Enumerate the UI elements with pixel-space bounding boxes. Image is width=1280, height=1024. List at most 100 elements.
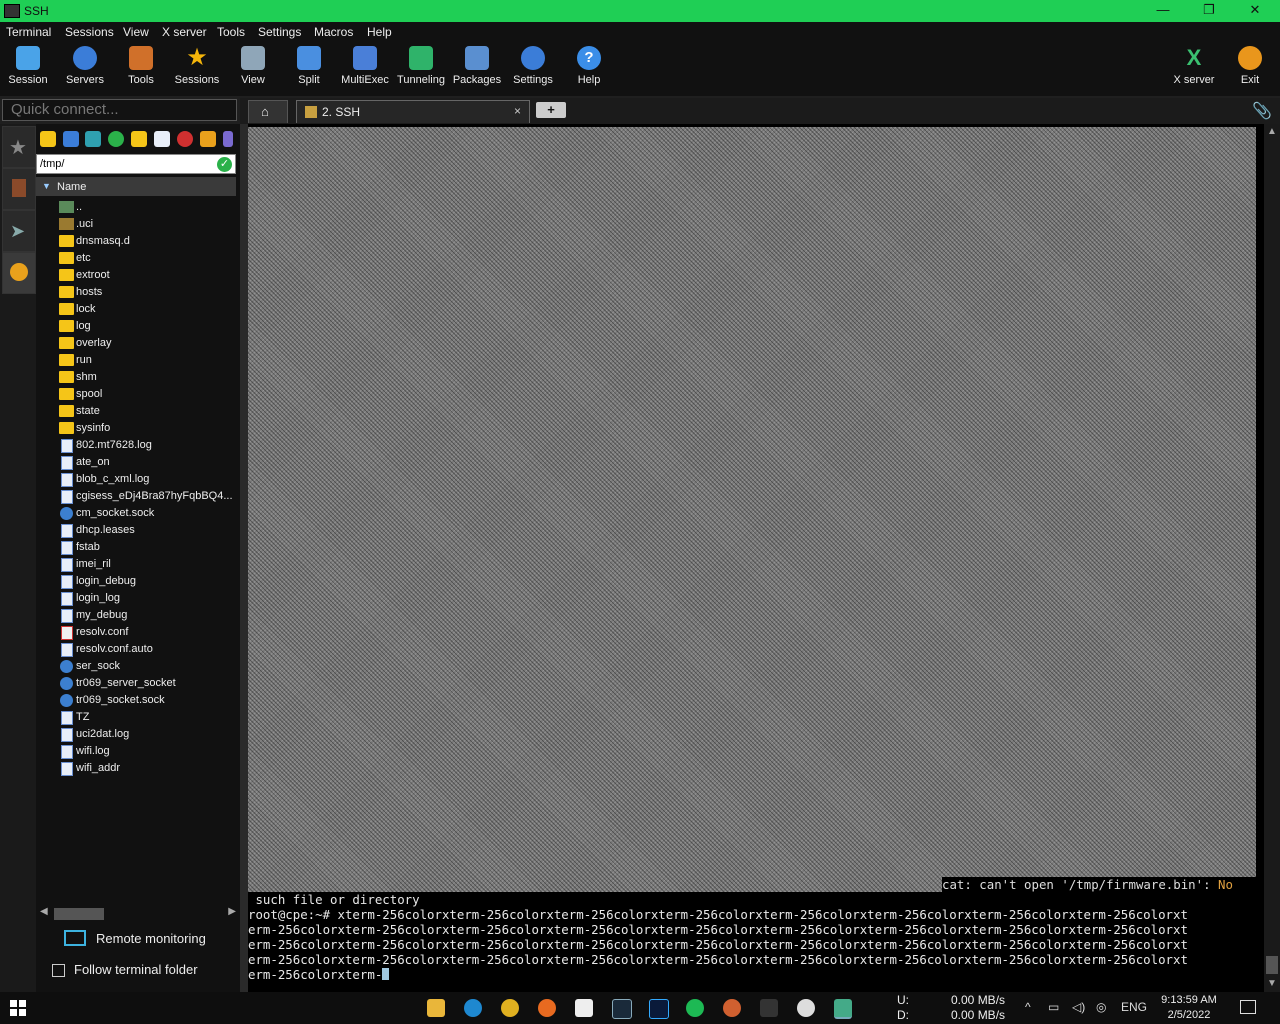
tab-ssh[interactable]: 2. SSH × [296,100,530,123]
scroll-right-icon[interactable]: ▶ [228,906,236,917]
clock[interactable]: 9:13:59 AM 2/5/2022 [1150,993,1228,1023]
sftp-path-input[interactable]: /tmp/ ✓ [36,154,236,174]
menu-settings[interactable]: Settings [258,25,301,39]
tunneling-button[interactable]: Tunneling [393,46,449,86]
download-icon[interactable] [63,131,79,147]
edge-icon[interactable] [464,999,482,1017]
new-tab-button[interactable]: + [536,102,566,118]
file-row[interactable]: .. [36,199,236,216]
terminal-scrollbar[interactable]: ▲ ▼ [1264,124,1280,992]
settings-button[interactable]: Settings [505,46,561,86]
paperclip-icon[interactable]: 📎 [1252,101,1272,121]
file-row[interactable]: .uci [36,216,236,233]
file-row[interactable]: uci2dat.log [36,726,236,743]
menu-help[interactable]: Help [367,25,392,39]
sidebar-tab-sessions[interactable]: ★ [2,126,36,168]
file-row[interactable]: log [36,318,236,335]
sidebar-tab-sftp[interactable] [2,252,36,294]
battery-icon[interactable]: ▭ [1048,1000,1059,1014]
firefox-icon[interactable] [538,999,556,1017]
notepad-icon[interactable] [575,999,593,1017]
file-row[interactable]: 802.mt7628.log [36,437,236,454]
quick-connect-input[interactable]: Quick connect... [2,99,237,121]
spotify-icon[interactable] [686,999,704,1017]
sidebar-tab-macros[interactable]: ➤ [2,210,36,252]
split-button[interactable]: Split [281,46,337,86]
file-row[interactable]: overlay [36,335,236,352]
file-row[interactable]: sysinfo [36,420,236,437]
file-row[interactable]: cm_socket.sock [36,505,236,522]
file-row[interactable]: tr069_server_socket [36,675,236,692]
check-icon[interactable]: ✓ [217,157,232,172]
menu-terminal[interactable]: Terminal [6,25,51,39]
notification-icon[interactable] [1240,1000,1256,1014]
delete-icon[interactable] [177,131,193,147]
sessions-button[interactable]: ★ Sessions [169,46,225,87]
file-row[interactable]: wifi.log [36,743,236,760]
scroll-thumb[interactable] [54,908,104,920]
properties-icon[interactable] [200,131,216,147]
file-row[interactable]: fstab [36,539,236,556]
file-explorer-icon[interactable] [427,999,445,1017]
menu-view[interactable]: View [123,25,149,39]
scroll-up-icon[interactable]: ▲ [1267,126,1277,137]
obs-icon[interactable] [797,999,815,1017]
refresh-icon[interactable] [108,131,124,147]
globe-icon[interactable]: ◎ [1096,1000,1106,1014]
tray-chevron-icon[interactable]: ^ [1025,1000,1031,1014]
tab-close-icon[interactable]: × [514,104,521,118]
multiexec-button[interactable]: MultiExec [337,46,393,86]
menu-macros[interactable]: Macros [314,25,353,39]
menu-xserver[interactable]: X server [162,25,207,39]
language-indicator[interactable]: ENG [1121,1000,1147,1014]
view-button[interactable]: View [225,46,281,86]
chrome-icon[interactable] [501,999,519,1017]
file-row[interactable]: extroot [36,267,236,284]
scroll-left-icon[interactable]: ◀ [40,906,48,917]
file-row[interactable]: blob_c_xml.log [36,471,236,488]
restore-button[interactable]: ❐ [1194,2,1224,18]
file-row[interactable]: imei_ril [36,556,236,573]
mobaxterm-taskbar-icon[interactable] [834,999,852,1019]
file-row[interactable]: wifi_addr [36,760,236,777]
checkbox[interactable] [52,964,65,977]
file-row[interactable]: etc [36,250,236,267]
menu-sessions[interactable]: Sessions [65,25,114,39]
graph-app-icon[interactable] [760,999,778,1017]
text-mode-icon[interactable] [223,131,233,147]
file-row[interactable]: cgisess_eDj4Bra87hyFqbBQ4... [36,488,236,505]
file-row[interactable]: TZ [36,709,236,726]
file-row[interactable]: my_debug [36,607,236,624]
file-row[interactable]: resolv.conf.auto [36,641,236,658]
windows-start-icon[interactable] [10,1000,26,1016]
exit-button[interactable]: Exit [1222,46,1278,86]
terminal-area[interactable]: cat: can't open '/tmp/firmware.bin': No … [248,124,1264,992]
file-row[interactable]: ser_sock [36,658,236,675]
scroll-down-icon[interactable]: ▼ [1267,978,1277,989]
tools-button[interactable]: Tools [113,46,169,86]
column-header-name[interactable]: ▼ Name [36,177,236,196]
file-row[interactable]: resolv.conf [36,624,236,641]
help-button[interactable]: ? Help [561,46,617,86]
new-file-icon[interactable] [154,131,170,147]
panel-splitter[interactable] [240,124,248,992]
packages-button[interactable]: Packages [449,46,505,86]
file-row[interactable]: dnsmasq.d [36,233,236,250]
file-row[interactable]: state [36,403,236,420]
close-window-button[interactable]: ✕ [1240,2,1270,18]
app-t-icon[interactable] [723,999,741,1017]
volume-icon[interactable]: ◁) [1072,1000,1085,1014]
new-folder-icon[interactable] [131,131,147,147]
sidebar-tab-tools[interactable] [2,168,36,210]
tab-home[interactable]: ⌂ [248,100,288,123]
file-row[interactable]: login_debug [36,573,236,590]
lightroom-icon[interactable] [612,999,632,1019]
minimize-button[interactable]: — [1148,2,1178,17]
file-row[interactable]: run [36,352,236,369]
horizontal-scrollbar[interactable]: ◀ ▶ [40,906,236,920]
folder-up-icon[interactable] [40,131,56,147]
file-row[interactable]: login_log [36,590,236,607]
upload-icon[interactable] [85,131,101,147]
file-row[interactable]: ate_on [36,454,236,471]
servers-button[interactable]: Servers [57,46,113,86]
